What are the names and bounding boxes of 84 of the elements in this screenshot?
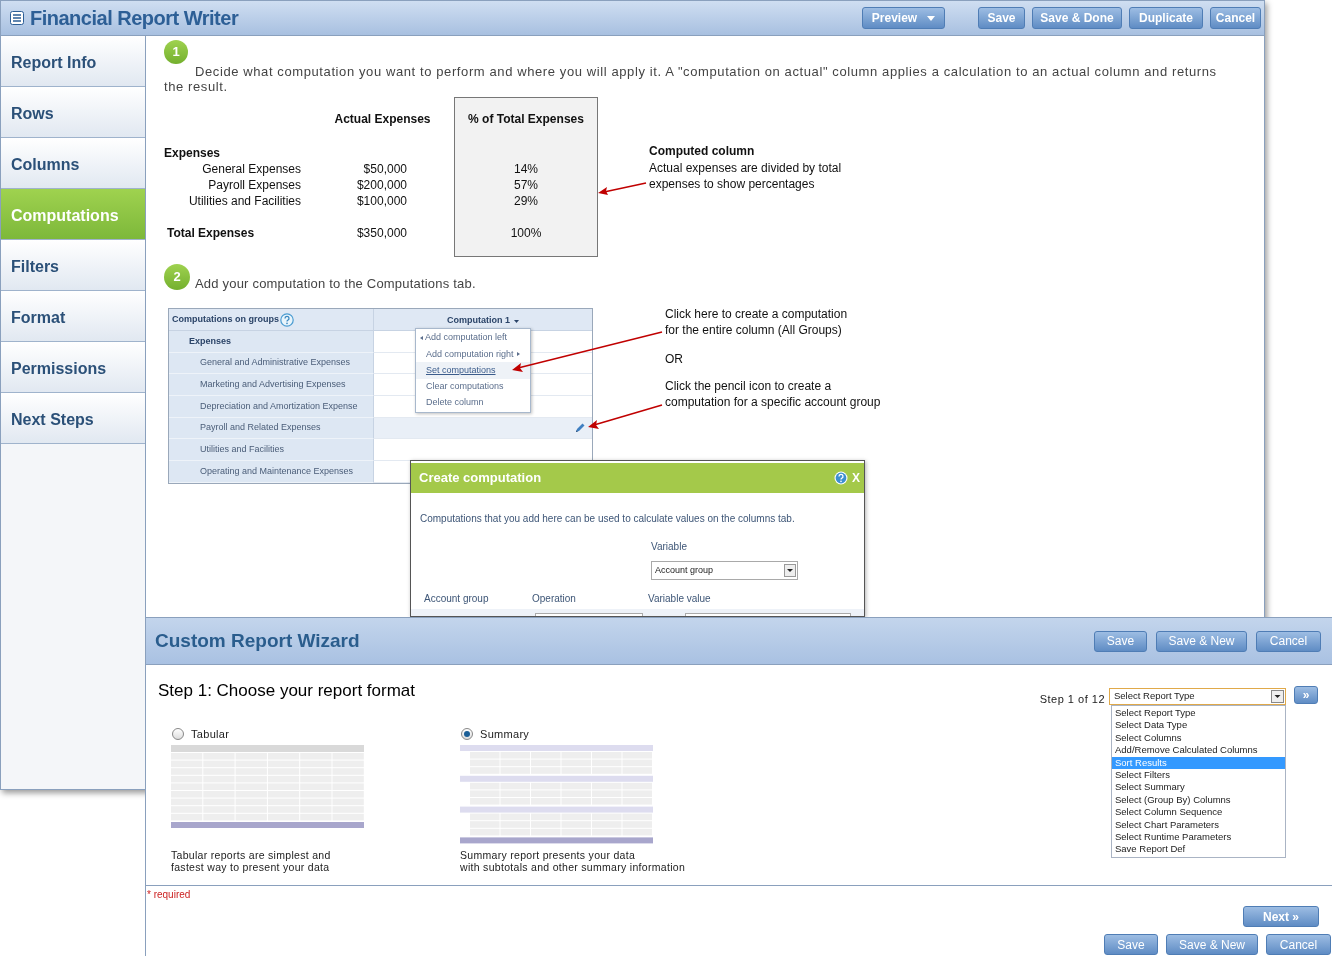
row-label: Payroll Expenses (207, 177, 302, 192)
step-badge: 1 (164, 40, 188, 64)
step-option[interactable]: Select Summary (1112, 781, 1285, 794)
row-label: Expenses (169, 331, 374, 353)
group-label: Expenses (164, 145, 222, 160)
sidebar-item[interactable]: Permissions (1, 342, 145, 393)
amount-cell-text: $50,000 (362, 161, 408, 176)
row-label: Payroll and Related Expenses (169, 417, 374, 440)
group-label: Total Expenses (166, 225, 256, 240)
step-instruction: Add your computation to the Computations tab. (195, 274, 476, 293)
row-label: Operating and Maintenance Expenses (169, 461, 374, 483)
amount-cell-text: $350,000 (355, 225, 408, 240)
percent-cell-text: 14% (514, 161, 538, 176)
sidebar-item[interactable]: Rows (1, 87, 145, 138)
step-select[interactable]: Select Report Type (1109, 688, 1286, 705)
menu-item[interactable]: Add computation right (416, 346, 530, 363)
column-label: Variable value (648, 592, 711, 606)
list-icon (10, 11, 24, 25)
window-title: Financial Report Writer (30, 6, 239, 31)
row-label: Utilities and Facilities (187, 193, 302, 208)
step-option[interactable]: Select Data Type (1112, 719, 1285, 732)
sidebar-item[interactable]: Report Info (1, 36, 145, 87)
pencil-icon[interactable] (574, 422, 586, 435)
row-label: Depreciation and Amortization Expense (169, 396, 374, 418)
dialog-title: Create computation (419, 469, 542, 488)
step-option[interactable]: Select Chart Parameters (1112, 818, 1285, 831)
radio-button[interactable] (172, 727, 184, 740)
menu-item[interactable]: Set computations (416, 362, 530, 379)
caret-icon (927, 15, 936, 21)
column-header: % of Total Expenses (468, 111, 584, 128)
column-header: Actual Expenses (333, 111, 432, 128)
wizard-title: Custom Report Wizard (155, 628, 360, 653)
format-description: Tabular reports are simplest and fastest way to present your data (171, 849, 332, 873)
format-option[interactable]: Summary (461, 725, 749, 742)
amount-cell-text: $200,000 (355, 177, 408, 192)
format-option[interactable]: Tabular (172, 725, 460, 742)
radio-button[interactable] (461, 727, 473, 740)
row-label: General Expenses (201, 161, 302, 176)
caret-icon (514, 319, 519, 323)
row-label: Utilities and Facilities (169, 439, 374, 462)
row-label: General and Administrative Expenses (169, 352, 374, 375)
percent-cell-text: 100% (510, 225, 542, 240)
step-option[interactable]: Add/Remove Calculated Columns (1112, 744, 1285, 757)
callout-title: Computed column (649, 143, 756, 160)
dialog-intro: Computations that you add here can be used to calculate values on the columns tab. (420, 512, 796, 526)
annotation-text: Click here to create a computation for the entire column (All Groups) (665, 306, 849, 338)
step-option[interactable]: Save Report Def (1112, 843, 1285, 856)
grid-header-title: Computations on groups (172, 312, 279, 326)
required-note: * required (147, 888, 191, 902)
step-option[interactable]: Select Column Sequence (1112, 806, 1285, 819)
column-header[interactable]: Computation 1 (374, 309, 592, 330)
column-label: Account group (423, 592, 490, 606)
callout-text: Actual expenses are divided by total expenses to show percentages (649, 160, 842, 192)
variable-select[interactable]: Account group (651, 561, 798, 580)
annotation-arrow (598, 182, 647, 195)
step-option[interactable]: Select Filters (1112, 768, 1285, 782)
column-label: Operation (532, 592, 577, 606)
percent-cell-text: 29% (514, 193, 538, 208)
sidebar-item[interactable]: Format (1, 291, 145, 342)
amount-cell-text: $100,000 (355, 193, 408, 208)
help-icon (834, 471, 848, 485)
step-heading: Step 1: Choose your report format (158, 680, 417, 702)
annotation-text: Click the pencil icon to create a computation for a specific account group (665, 378, 881, 410)
step-instruction: Decide what computation you want to perform and where you will apply it. A "computation on actual" column applies a calculation to an actual column and returns the result. (164, 64, 1218, 94)
step-option[interactable]: Select (Group By) Columns (1112, 793, 1285, 807)
step-option[interactable]: Select Runtime Parameters (1112, 830, 1285, 844)
step-option[interactable]: Select Report Type (1112, 707, 1285, 720)
percent-cell-text: 57% (514, 177, 538, 192)
sidebar-item[interactable]: Next Steps (1, 393, 145, 444)
menu-item[interactable]: Add computation left (416, 330, 530, 347)
format-description: Summary report presents your data with subtotals and other summary information (460, 849, 687, 873)
field-label: Variable (651, 540, 688, 554)
sidebar-item[interactable]: Columns (1, 138, 145, 189)
help-icon (280, 312, 294, 327)
left-arrow-icon (420, 336, 423, 341)
step-option[interactable]: Select Columns (1112, 731, 1285, 745)
or-label: OR (665, 351, 684, 367)
step-badge: 2 (164, 264, 190, 290)
menu-item[interactable]: Clear computations (416, 378, 530, 395)
sidebar-item[interactable]: Filters (1, 240, 145, 291)
right-arrow-icon (516, 352, 520, 357)
row-label: Marketing and Advertising Expenses (169, 374, 374, 397)
step-counter: Step 1 of 12 (1039, 692, 1105, 707)
menu-item[interactable]: Delete column (416, 394, 530, 411)
